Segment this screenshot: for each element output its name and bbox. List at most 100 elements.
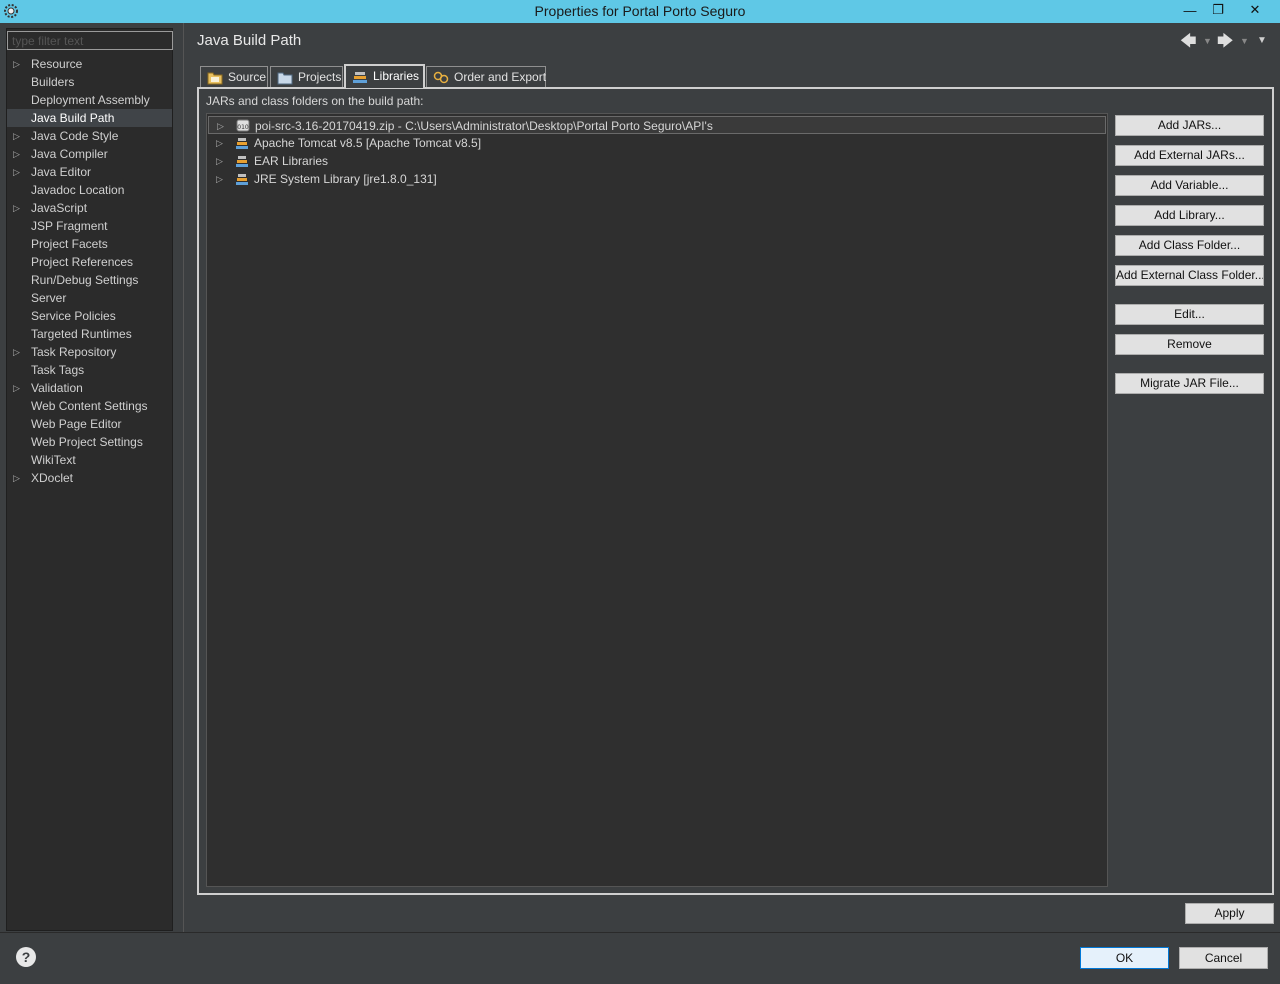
sidebar-item[interactable]: ▷ XDoclet bbox=[7, 469, 172, 487]
sidebar-item[interactable]: WikiText bbox=[7, 451, 172, 469]
cancel-button[interactable]: Cancel bbox=[1179, 947, 1268, 969]
sidebar-item[interactable]: ▷ Validation bbox=[7, 379, 172, 397]
migrate-jar-button[interactable]: Migrate JAR File... bbox=[1115, 373, 1264, 394]
sidebar-item[interactable]: Project References bbox=[7, 253, 172, 271]
sidebar-item-label: Project Facets bbox=[31, 237, 108, 251]
sidebar-item-label: Java Build Path bbox=[31, 111, 115, 125]
add-external-jars-button[interactable]: Add External JARs... bbox=[1115, 145, 1264, 166]
sidebar-item[interactable]: Web Content Settings bbox=[7, 397, 172, 415]
sidebar-item[interactable]: Targeted Runtimes bbox=[7, 325, 172, 343]
svg-text:010: 010 bbox=[237, 124, 249, 131]
library-row[interactable]: ▷ Apache Tomcat v8.5 [Apache Tomcat v8.5] bbox=[208, 134, 1106, 152]
back-arrow-icon[interactable]: 🡄 bbox=[1180, 30, 1197, 57]
tab-libraries[interactable]: Libraries bbox=[344, 64, 425, 88]
library-icon bbox=[236, 156, 248, 167]
remove-button[interactable]: Remove bbox=[1115, 334, 1264, 355]
sidebar-item-label: Web Page Editor bbox=[31, 417, 122, 431]
restore-button[interactable]: ❐ bbox=[1205, 0, 1231, 20]
page-title: Java Build Path bbox=[197, 32, 302, 49]
sidebar-item[interactable]: Javadoc Location bbox=[7, 181, 172, 199]
sidebar-item[interactable]: Project Facets bbox=[7, 235, 172, 253]
sidebar-item-label: XDoclet bbox=[31, 471, 74, 485]
back-dropdown-icon[interactable]: ▼ bbox=[1203, 36, 1212, 46]
expand-arrow-icon[interactable]: ▷ bbox=[216, 134, 223, 152]
sidebar-item[interactable]: Run/Debug Settings bbox=[7, 271, 172, 289]
forward-arrow-icon[interactable]: 🡆 bbox=[1217, 30, 1234, 57]
pane-divider[interactable] bbox=[183, 23, 184, 932]
expand-arrow-icon[interactable]: ▷ bbox=[216, 170, 223, 188]
expand-arrow-icon[interactable]: ▷ bbox=[13, 55, 23, 73]
sidebar-item[interactable]: Server bbox=[7, 289, 172, 307]
apply-button[interactable]: Apply bbox=[1185, 903, 1274, 924]
sidebar-item-label: Targeted Runtimes bbox=[31, 327, 132, 341]
sidebar-item[interactable]: ▷ Java Compiler bbox=[7, 145, 172, 163]
property-page-tree[interactable]: ▷ Resource Builders Deployment Assembly Java… bbox=[6, 28, 173, 931]
sidebar-item[interactable]: Web Project Settings bbox=[7, 433, 172, 451]
sidebar-item[interactable]: Deployment Assembly bbox=[7, 91, 172, 109]
sidebar-item-label: Java Editor bbox=[31, 165, 92, 179]
filter-input[interactable] bbox=[7, 31, 173, 50]
sidebar-item[interactable]: ▷ Java Code Style bbox=[7, 127, 172, 145]
tab-label: Libraries bbox=[373, 69, 420, 83]
sidebar-item[interactable]: Web Page Editor bbox=[7, 415, 172, 433]
library-label: poi-src-3.16-20170419.zip - C:\Users\Adm… bbox=[255, 119, 713, 133]
sidebar-item[interactable]: Builders bbox=[7, 73, 172, 91]
add-class-folder-button[interactable]: Add Class Folder... bbox=[1115, 235, 1264, 256]
tab-order-and-export[interactable]: Order and Export bbox=[426, 66, 546, 88]
sidebar-item[interactable]: Task Tags bbox=[7, 361, 172, 379]
expand-arrow-icon[interactable]: ▷ bbox=[13, 163, 23, 181]
library-row[interactable]: ▷ 010 poi-src-3.16-20170419.zip - C:\Users… bbox=[208, 116, 1106, 134]
library-row[interactable]: ▷ JRE System Library [jre1.8.0_131] bbox=[208, 170, 1106, 188]
sidebar-item[interactable]: JSP Fragment bbox=[7, 217, 172, 235]
expand-arrow-icon[interactable]: ▷ bbox=[217, 117, 224, 135]
expand-arrow-icon[interactable]: ▷ bbox=[13, 145, 23, 163]
sidebar-item[interactable]: ▷ Task Repository bbox=[7, 343, 172, 361]
expand-arrow-icon[interactable]: ▷ bbox=[13, 199, 23, 217]
title-bar: Properties for Portal Porto Seguro — ❐ ✕ bbox=[0, 0, 1280, 23]
expand-arrow-icon[interactable]: ▷ bbox=[13, 469, 23, 487]
sidebar-item-label: Validation bbox=[31, 381, 83, 395]
help-icon[interactable]: ? bbox=[16, 947, 36, 967]
tab-projects[interactable]: Projects bbox=[270, 66, 343, 88]
edit-button[interactable]: Edit... bbox=[1115, 304, 1264, 325]
sidebar-item[interactable]: ▷ Resource bbox=[7, 55, 172, 73]
sidebar-item-label: Web Content Settings bbox=[31, 399, 148, 413]
project-folder-icon bbox=[277, 72, 293, 85]
add-variable-button[interactable]: Add Variable... bbox=[1115, 175, 1264, 196]
add-library-button[interactable]: Add Library... bbox=[1115, 205, 1264, 226]
library-icon bbox=[236, 174, 248, 185]
close-button[interactable]: ✕ bbox=[1233, 0, 1277, 20]
library-label: Apache Tomcat v8.5 [Apache Tomcat v8.5] bbox=[254, 136, 482, 150]
forward-dropdown-icon[interactable]: ▼ bbox=[1240, 36, 1249, 46]
sidebar-item[interactable]: ▷ Java Editor bbox=[7, 163, 172, 181]
window-title: Properties for Portal Porto Seguro bbox=[534, 3, 746, 19]
tab-label: Order and Export bbox=[454, 70, 547, 84]
order-export-icon bbox=[433, 71, 449, 84]
sidebar-item-label: JavaScript bbox=[31, 201, 88, 215]
expand-arrow-icon[interactable]: ▷ bbox=[13, 127, 23, 145]
tab-label: Projects bbox=[298, 70, 342, 84]
sidebar-item-label: Project References bbox=[31, 255, 134, 269]
view-menu-icon[interactable]: ▼ bbox=[1257, 35, 1267, 46]
expand-arrow-icon[interactable]: ▷ bbox=[13, 343, 23, 361]
add-external-class-folder-button[interactable]: Add External Class Folder... bbox=[1115, 265, 1264, 286]
sidebar-item-label: Javadoc Location bbox=[31, 183, 125, 197]
sidebar-item[interactable]: Java Build Path bbox=[7, 109, 172, 127]
add-jars-button[interactable]: Add JARs... bbox=[1115, 115, 1264, 136]
library-label: EAR Libraries bbox=[254, 154, 329, 168]
expand-arrow-icon[interactable]: ▷ bbox=[13, 379, 23, 397]
expand-arrow-icon[interactable]: ▷ bbox=[216, 152, 223, 170]
tab-source[interactable]: Source bbox=[200, 66, 268, 88]
ok-button[interactable]: OK bbox=[1080, 947, 1169, 969]
sidebar-item[interactable]: Service Policies bbox=[7, 307, 172, 325]
sidebar-item-label: Service Policies bbox=[31, 309, 116, 323]
sidebar-item-label: Java Code Style bbox=[31, 129, 119, 143]
library-row[interactable]: ▷ EAR Libraries bbox=[208, 152, 1106, 170]
sidebar-item[interactable]: ▷ JavaScript bbox=[7, 199, 172, 217]
sidebar-item-label: Web Project Settings bbox=[31, 435, 143, 449]
sidebar-item-label: Resource bbox=[31, 57, 83, 71]
sidebar-item-label: Server bbox=[31, 291, 67, 305]
library-tree[interactable]: ▷ 010 poi-src-3.16-20170419.zip - C:\Users… bbox=[206, 113, 1108, 887]
minimize-button[interactable]: — bbox=[1177, 0, 1203, 20]
library-icon bbox=[236, 138, 248, 149]
